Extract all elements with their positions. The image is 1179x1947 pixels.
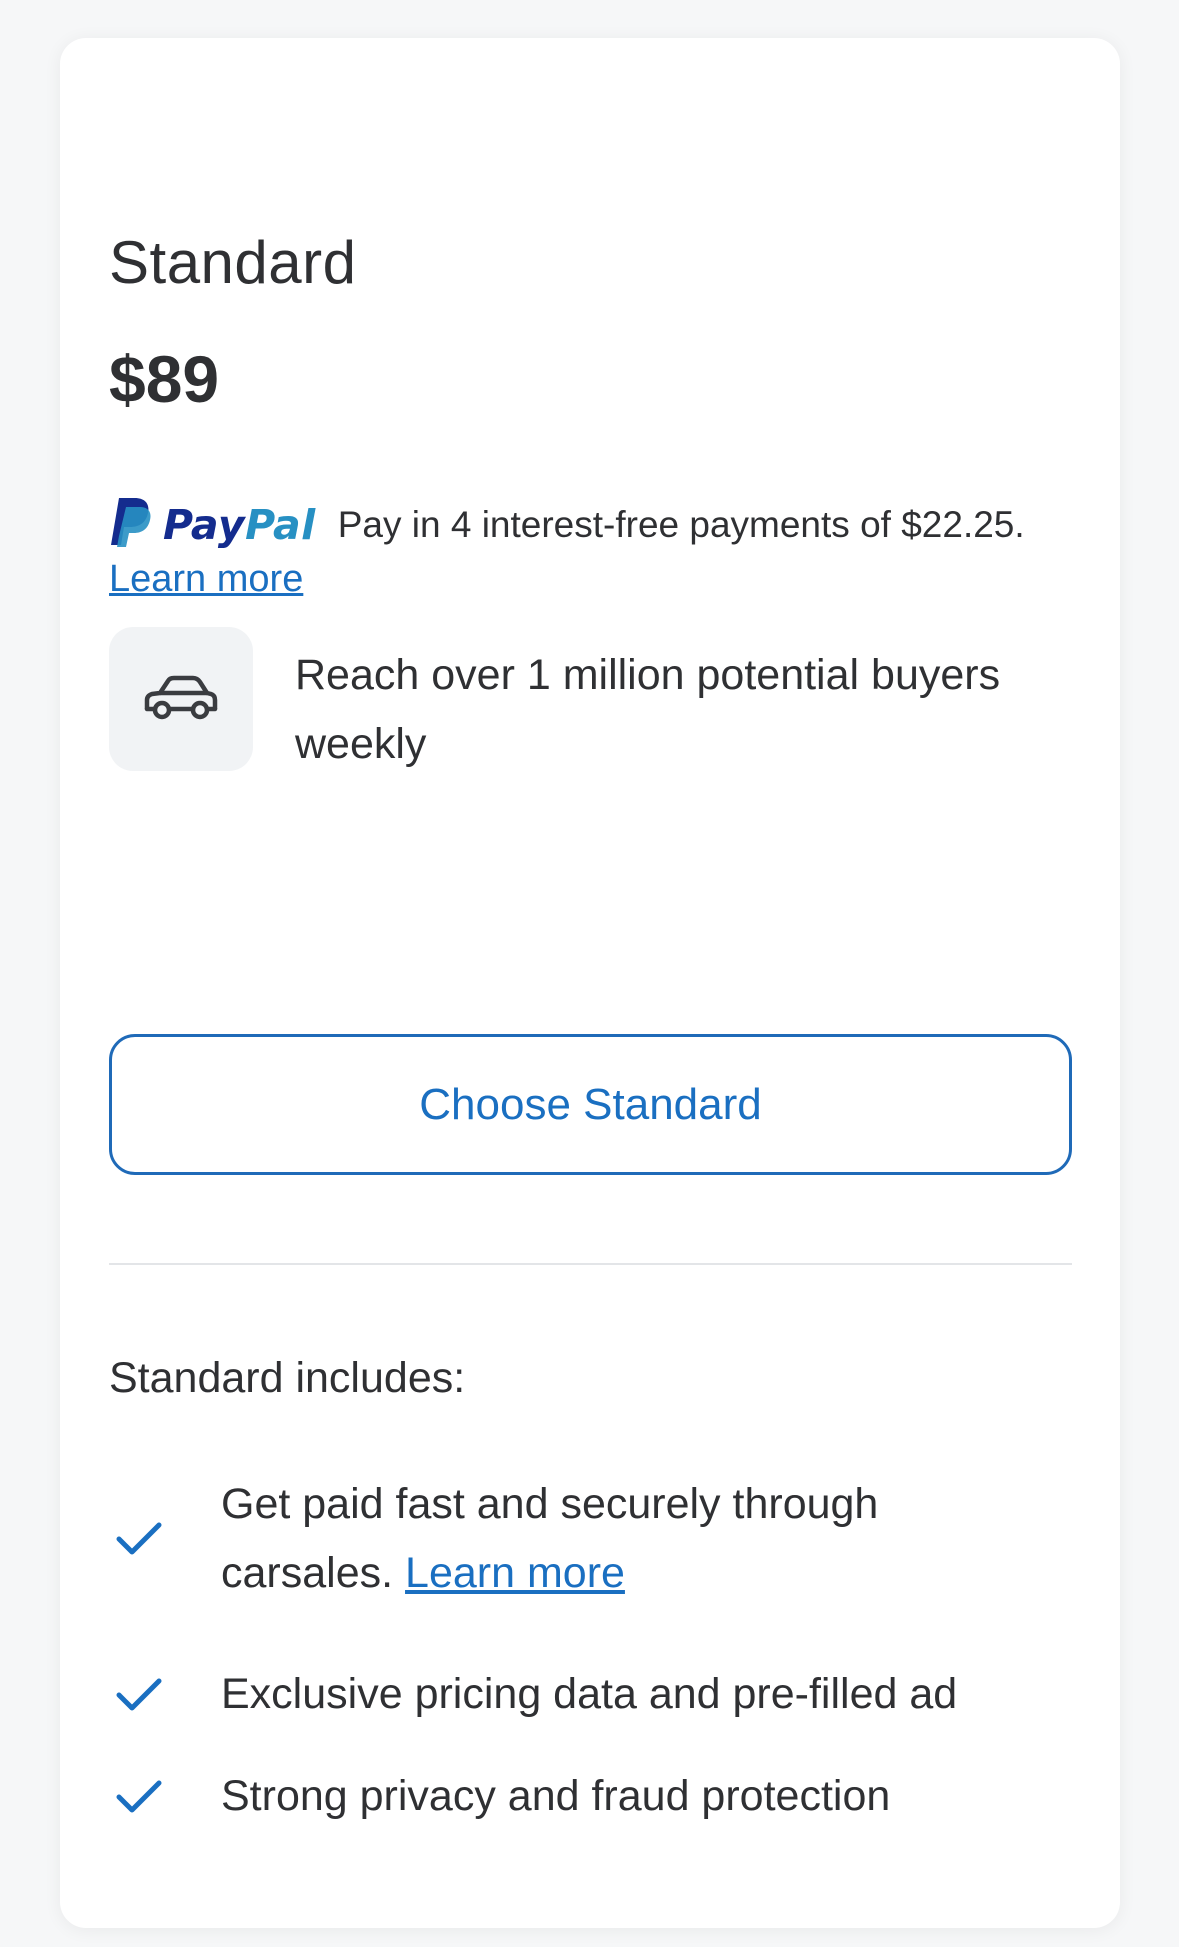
paypal-installments-text: Pay in 4 interest-free payments of $22.2… — [337, 503, 1025, 545]
paypal-row: PayPal Pay in 4 interest-free payments o… — [109, 496, 1099, 553]
list-item: Get paid fast and securely through carsa… — [109, 1470, 1099, 1608]
include-item-text: Strong privacy and fraud protection — [221, 1772, 891, 1820]
paypal-learn-more-link[interactable]: Learn more — [109, 558, 303, 601]
plan-price: $89 — [109, 342, 220, 416]
check-icon — [109, 1522, 169, 1556]
check-icon — [109, 1780, 169, 1814]
choose-standard-button[interactable]: Choose Standard — [109, 1034, 1072, 1175]
list-item: Exclusive pricing data and pre-filled ad — [109, 1660, 1099, 1729]
car-icon — [143, 673, 219, 726]
plan-name: Standard — [109, 229, 357, 296]
divider — [109, 1263, 1072, 1265]
include-item-text: Get paid fast and securely through carsa… — [221, 1480, 879, 1597]
paypal-icon — [109, 496, 153, 553]
check-icon — [109, 1678, 169, 1712]
carsales-learn-more-link[interactable]: Learn more — [405, 1549, 625, 1597]
includes-heading: Standard includes: — [109, 1354, 466, 1402]
include-item-text: Exclusive pricing data and pre-filled ad — [221, 1670, 958, 1718]
paypal-wordmark: PayPal — [163, 500, 316, 549]
paypal-logo: PayPal — [109, 496, 316, 553]
feature-reach-text: Reach over 1 million potential buyers we… — [295, 651, 1001, 768]
list-item: Strong privacy and fraud protection — [109, 1762, 1099, 1831]
feature-icon-box — [109, 627, 253, 771]
plan-card: Standard $89 PayPal Pay in 4 interest-fr… — [60, 38, 1120, 1928]
